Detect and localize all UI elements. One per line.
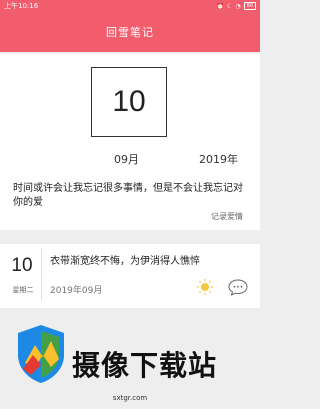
app-title: 回雪笔记 bbox=[106, 26, 154, 39]
status-icons: ⏰ ☾ ◔ 80 bbox=[216, 2, 256, 10]
watermark-logo bbox=[18, 325, 64, 383]
wifi-icon: ◔ bbox=[235, 2, 241, 10]
date-year: 2019年 bbox=[199, 153, 238, 166]
battery-indicator: 80 bbox=[243, 2, 256, 10]
app-bar: 回雪笔记 bbox=[0, 12, 260, 52]
watermark-url: sxtgr.com bbox=[112, 394, 148, 402]
status-time: 上午10:16 bbox=[4, 2, 39, 10]
date-box: 10 bbox=[91, 67, 167, 137]
note-day: 10 bbox=[11, 255, 33, 276]
chat-icon bbox=[228, 279, 248, 296]
date-day: 10 bbox=[112, 85, 146, 118]
note-weekday: 星期二 bbox=[12, 286, 34, 294]
watermark-text: 摄像下载站 bbox=[72, 349, 218, 382]
status-bar: 上午10:16 ⏰ ☾ ◔ 80 bbox=[0, 0, 260, 12]
date-month: 09月 bbox=[114, 153, 139, 166]
alarm-icon: ⏰ bbox=[216, 2, 224, 10]
note-item[interactable]: 10 星期二 衣带渐宽终不悔，为伊消得人憔悴 2019年09月 bbox=[0, 244, 260, 308]
note-title: 衣带渐宽终不悔，为伊消得人憔悴 bbox=[50, 256, 200, 267]
record-love-link[interactable]: 记录爱情 bbox=[211, 211, 243, 222]
love-card[interactable]: 10 09月 2019年 时间或许会让我忘记很多事情，但是不会让我忘记对你的爱 … bbox=[0, 54, 260, 230]
love-quote: 时间或许会让我忘记很多事情，但是不会让我忘记对你的爱 bbox=[13, 183, 243, 208]
divider bbox=[41, 248, 42, 300]
moon-icon: ☾ bbox=[226, 2, 233, 10]
sun-icon bbox=[197, 279, 213, 295]
note-date: 2019年09月 bbox=[50, 286, 103, 296]
